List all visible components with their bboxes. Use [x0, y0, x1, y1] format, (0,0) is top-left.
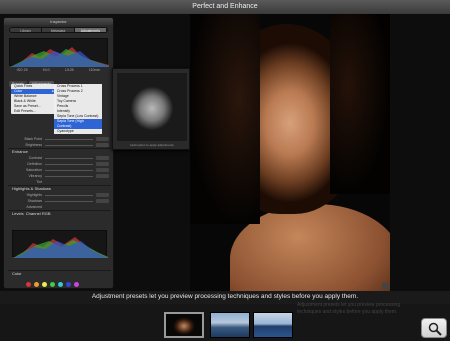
tab-library[interactable]: Library: [10, 28, 43, 32]
submenu-item-selected[interactable]: Sepia Tone (High Contrast): [54, 119, 102, 129]
advanced-label: Advanced: [26, 205, 42, 209]
advanced-row[interactable]: Advanced: [8, 204, 111, 210]
thumbnail-lake[interactable]: [253, 312, 293, 338]
preview-image: [117, 73, 187, 141]
adjustment-rows: Black Point Brightness Enhance Contrast …: [8, 136, 111, 217]
preview-caption: Hold option to apply adjustments: [130, 143, 174, 147]
submenu-item[interactable]: Cyanotype: [54, 129, 102, 134]
levels-title: Levels: [12, 211, 24, 216]
main-photo[interactable]: [190, 14, 390, 291]
levels-histogram: [12, 230, 108, 258]
channel-select[interactable]: RGB: [42, 211, 51, 216]
preset-menu: Quick Fixes Color▸ White Balance Black &…: [11, 84, 56, 114]
inspector-title: Inspector: [4, 18, 113, 25]
tint-label: Tint: [36, 180, 42, 184]
thumbnail-portrait[interactable]: [164, 312, 204, 338]
brightness-label: Brightness: [25, 143, 42, 147]
photo-hair-left: [190, 14, 260, 224]
exif-row: ISO 25 f/4.0 1/125 110mm: [9, 68, 108, 72]
enhance-section-title[interactable]: Enhance: [8, 148, 111, 155]
focal-value: 110mm: [88, 68, 101, 72]
thumbnail-mountain[interactable]: [210, 312, 250, 338]
iso-value: ISO 25: [16, 68, 28, 72]
histogram: [9, 38, 109, 67]
inspector-tabs: Library Metadata Adjustments: [9, 27, 108, 33]
channel-label: Channel: [25, 211, 41, 216]
window-title: Perfect and Enhance: [192, 3, 258, 10]
menu-item-edit-presets[interactable]: Edit Presets...: [11, 109, 56, 114]
tab-metadata[interactable]: Metadata: [42, 28, 75, 32]
tint-row[interactable]: Tint: [8, 179, 111, 185]
hud-icon[interactable]: [382, 283, 389, 289]
magnifier-icon: [428, 322, 442, 336]
highlights-section-title[interactable]: Highlights & Shadows: [8, 185, 111, 192]
menu-item-color-label: Color: [14, 89, 23, 93]
aperture-value: f/4.0: [42, 68, 50, 72]
inspector-panel: Inspector Library Metadata Adjustments I…: [3, 17, 114, 289]
color-submenu: Cross Process 1 Cross Process 2 Vintage …: [54, 84, 102, 134]
preset-preview-popup: Hold option to apply adjustments: [112, 68, 190, 150]
tutorial-caption: Adjustment presets let you preview proce…: [91, 293, 359, 300]
color-swatches[interactable]: [26, 282, 79, 287]
magnifier-button[interactable]: [421, 318, 447, 338]
ghost-caption: Adjustment presets let you preview proce…: [297, 302, 401, 315]
brightness-row[interactable]: Brightness: [8, 142, 111, 148]
window-titlebar: Perfect and Enhance: [0, 0, 450, 14]
shutter-value: 1/125: [64, 68, 74, 72]
color-section-title[interactable]: Color: [8, 270, 111, 277]
photo-hair-right: [330, 14, 390, 194]
levels-section-title[interactable]: Levels Channel RGB: [8, 210, 111, 217]
tab-adjustments[interactable]: Adjustments: [74, 28, 107, 32]
